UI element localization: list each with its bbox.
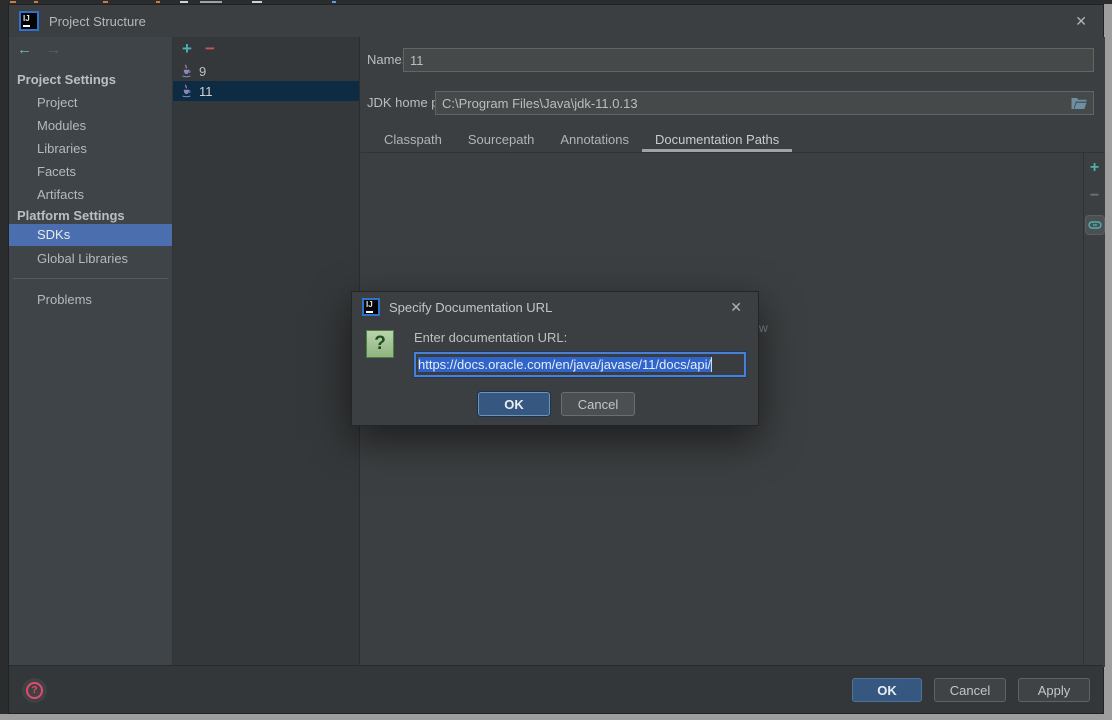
screen: IJ Project Structure ✕ ← → Project Setti… — [0, 0, 1112, 720]
modal-title: Specify Documentation URL — [389, 300, 552, 315]
dialog-footer: ? OK Cancel Apply — [9, 665, 1103, 713]
sidebar-item-modules[interactable]: Modules — [9, 115, 172, 137]
sidebar-item-facets[interactable]: Facets — [9, 161, 172, 183]
forward-arrow-icon[interactable]: → — [46, 41, 61, 61]
remove-url-icon[interactable]: − — [1090, 187, 1099, 205]
sdk-name-input[interactable] — [403, 48, 1094, 72]
sdk-list-panel: + − 9 11 — [173, 37, 360, 667]
selected-url-text: https://docs.oracle.com/en/java/javase/1… — [418, 357, 711, 372]
sidebar-item-global-libraries[interactable]: Global Libraries — [9, 248, 172, 270]
sidebar-divider — [13, 278, 168, 279]
modal-close-icon[interactable]: ✕ — [724, 297, 748, 318]
specify-documentation-url-dialog: IJ Specify Documentation URL ✕ ? Enter d… — [351, 291, 759, 426]
sdk-list-toolbar: + − — [173, 37, 359, 61]
help-icon: ? — [26, 682, 43, 699]
jdk-home-path-input[interactable] — [435, 91, 1094, 115]
apply-button[interactable]: Apply — [1018, 678, 1090, 702]
tab-content-separator — [361, 152, 1105, 153]
settings-sidebar: ← → Project Settings Project Modules Lib… — [9, 37, 173, 667]
ok-button[interactable]: OK — [852, 678, 922, 702]
back-arrow-icon[interactable]: ← — [17, 41, 32, 61]
modal-titlebar: IJ Specify Documentation URL ✕ — [352, 292, 758, 322]
java-cup-icon — [179, 84, 193, 99]
specify-url-button[interactable] — [1085, 215, 1105, 235]
section-header-project-settings: Project Settings — [9, 69, 172, 91]
dialog-titlebar: IJ Project Structure ✕ — [9, 5, 1103, 37]
cancel-button[interactable]: Cancel — [934, 678, 1006, 702]
sidebar-item-problems[interactable]: Problems — [9, 289, 172, 311]
tab-classpath[interactable]: Classpath — [371, 128, 455, 152]
documentation-url-input[interactable]: https://docs.oracle.com/en/java/javase/1… — [414, 352, 746, 377]
sidebar-item-artifacts[interactable]: Artifacts — [9, 184, 172, 206]
help-button[interactable]: ? — [22, 678, 47, 703]
remove-sdk-icon[interactable]: − — [205, 42, 215, 56]
name-label: Name: — [367, 48, 405, 72]
sidebar-item-sdks[interactable]: SDKs — [9, 224, 172, 246]
tab-sourcepath[interactable]: Sourcepath — [455, 128, 548, 152]
documentation-url-prompt: Enter documentation URL: — [414, 330, 567, 345]
intellij-logo-icon: IJ — [19, 11, 39, 31]
question-icon: ? — [366, 330, 394, 358]
modal-ok-button[interactable]: OK — [478, 392, 550, 416]
modal-cancel-button[interactable]: Cancel — [561, 392, 635, 416]
browse-folder-icon[interactable] — [1069, 94, 1089, 112]
sdk-list-item-9[interactable]: 9 — [173, 61, 359, 81]
tab-documentation-paths[interactable]: Documentation Paths — [642, 128, 792, 152]
text-caret — [711, 357, 712, 372]
java-cup-icon — [179, 64, 193, 79]
sdk-list-item-11[interactable]: 11 — [173, 81, 359, 101]
sdk-item-label: 11 — [199, 84, 213, 99]
dialog-title: Project Structure — [49, 14, 146, 29]
add-url-icon[interactable]: + — [1090, 159, 1099, 177]
add-sdk-icon[interactable]: + — [182, 41, 192, 57]
sidebar-item-project[interactable]: Project — [9, 92, 172, 114]
close-icon[interactable]: ✕ — [1069, 11, 1093, 32]
intellij-logo-icon: IJ — [362, 298, 380, 316]
background-stray-text: w — [759, 321, 768, 335]
sdk-item-label: 9 — [199, 64, 206, 79]
sidebar-item-libraries[interactable]: Libraries — [9, 138, 172, 160]
background-ide-sliver-left — [0, 4, 8, 714]
documentation-paths-toolbar: + − — [1083, 153, 1105, 667]
chain-link-icon — [1088, 220, 1102, 230]
tab-annotations[interactable]: Annotations — [547, 128, 642, 152]
sdk-editor-tabs: Classpath Sourcepath Annotations Documen… — [371, 128, 792, 152]
